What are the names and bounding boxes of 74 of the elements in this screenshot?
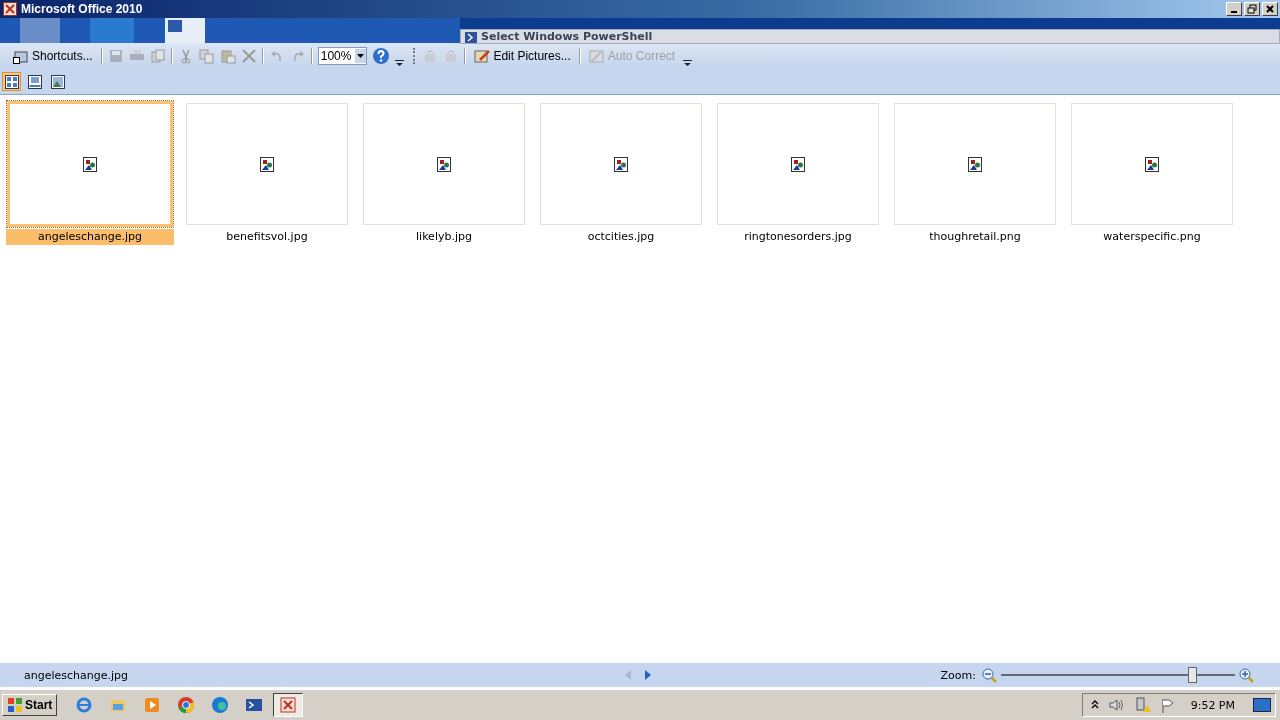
auto-correct-icon bbox=[588, 48, 605, 64]
background-window-title: Select Windows PowerShell bbox=[460, 29, 1280, 44]
next-arrow-icon[interactable] bbox=[644, 670, 652, 680]
zoom-out-icon[interactable] bbox=[982, 667, 997, 683]
shortcut-icon bbox=[13, 48, 29, 64]
zoom-slider[interactable] bbox=[1001, 666, 1235, 684]
thumbnail[interactable] bbox=[1071, 103, 1233, 225]
app-icon bbox=[3, 2, 17, 16]
thumbnails-view-icon bbox=[4, 74, 19, 89]
thumbnail[interactable] bbox=[186, 103, 348, 225]
minimize-button[interactable] bbox=[1226, 2, 1242, 16]
view-button[interactable] bbox=[2, 72, 21, 91]
toolbar-options-icon[interactable] bbox=[395, 57, 405, 67]
taskbar-app[interactable] bbox=[273, 693, 304, 717]
copy-icon[interactable] bbox=[198, 48, 215, 64]
flag-icon[interactable] bbox=[1160, 697, 1175, 713]
view-button[interactable] bbox=[48, 72, 67, 91]
view-button[interactable] bbox=[25, 72, 44, 91]
powershell-icon bbox=[465, 32, 477, 43]
terminal-icon bbox=[245, 696, 264, 714]
restore-button[interactable] bbox=[1244, 2, 1260, 16]
speaker-icon[interactable] bbox=[1108, 698, 1125, 712]
shortcuts-button[interactable]: Shortcuts... bbox=[10, 46, 96, 66]
broken-image-icon bbox=[260, 156, 274, 172]
thumbnail[interactable] bbox=[717, 103, 879, 225]
browser-icon bbox=[75, 696, 94, 714]
show-desktop-icon[interactable] bbox=[1253, 698, 1271, 712]
delete-icon[interactable] bbox=[240, 48, 257, 64]
edit-pictures-button[interactable]: Edit Pictures... bbox=[471, 46, 574, 66]
toolbar-options-icon[interactable] bbox=[683, 57, 693, 67]
single-picture-view-icon bbox=[50, 74, 65, 89]
filmstrip-view-icon bbox=[27, 74, 42, 89]
broken-image-icon bbox=[1145, 156, 1159, 172]
help-icon[interactable] bbox=[372, 47, 391, 65]
zoom-in-icon[interactable] bbox=[1239, 667, 1254, 683]
close-icon bbox=[1265, 4, 1275, 14]
window-title: Microsoft Office 2010 bbox=[21, 2, 143, 16]
file-name: octcities.jpg bbox=[586, 229, 656, 245]
broken-image-icon bbox=[83, 156, 97, 172]
thumbnail[interactable] bbox=[363, 103, 525, 225]
thumbnail[interactable] bbox=[7, 101, 173, 227]
file-name: angeleschange.jpg bbox=[6, 229, 174, 245]
file-name: benefitsvol.jpg bbox=[225, 229, 309, 245]
previous-arrow-icon[interactable] bbox=[624, 670, 632, 680]
thumbnail[interactable] bbox=[540, 103, 702, 225]
show-hidden-icons-icon[interactable] bbox=[1090, 700, 1099, 710]
network-warning-icon[interactable] bbox=[1134, 697, 1151, 713]
zoom-label: Zoom: bbox=[940, 668, 976, 682]
close-button[interactable] bbox=[1262, 2, 1278, 16]
start-button[interactable]: Start bbox=[2, 694, 58, 716]
thumbnail[interactable] bbox=[894, 103, 1056, 225]
broken-image-icon bbox=[614, 156, 628, 172]
edit-picture-icon bbox=[474, 48, 491, 64]
zoom-dropdown[interactable]: 100% bbox=[317, 47, 368, 65]
paste-icon[interactable] bbox=[219, 48, 236, 64]
broken-image-icon bbox=[437, 156, 451, 172]
file-name: ringtonesorders.jpg bbox=[743, 229, 853, 245]
restore-icon bbox=[1247, 4, 1257, 14]
clock[interactable]: 9:52 PM bbox=[1190, 698, 1235, 712]
file-name: likelyb.jpg bbox=[415, 229, 473, 245]
file-name: waterspecific.png bbox=[1102, 229, 1202, 245]
broken-image-icon bbox=[791, 156, 805, 172]
minimize-icon bbox=[1231, 11, 1237, 13]
browser-icon bbox=[177, 696, 196, 714]
file-name: thoughretail.png bbox=[928, 229, 1022, 245]
save-icon[interactable] bbox=[107, 48, 124, 64]
caret-icon bbox=[357, 54, 365, 58]
media-player-icon bbox=[143, 696, 162, 714]
browser-icon bbox=[211, 696, 230, 714]
copy-pages-icon[interactable] bbox=[149, 48, 166, 64]
broken-image-icon bbox=[968, 156, 982, 172]
status-file-name: angeleschange.jpg bbox=[24, 668, 130, 682]
windows-logo-icon bbox=[7, 697, 23, 713]
picture-manager-icon bbox=[279, 696, 298, 714]
